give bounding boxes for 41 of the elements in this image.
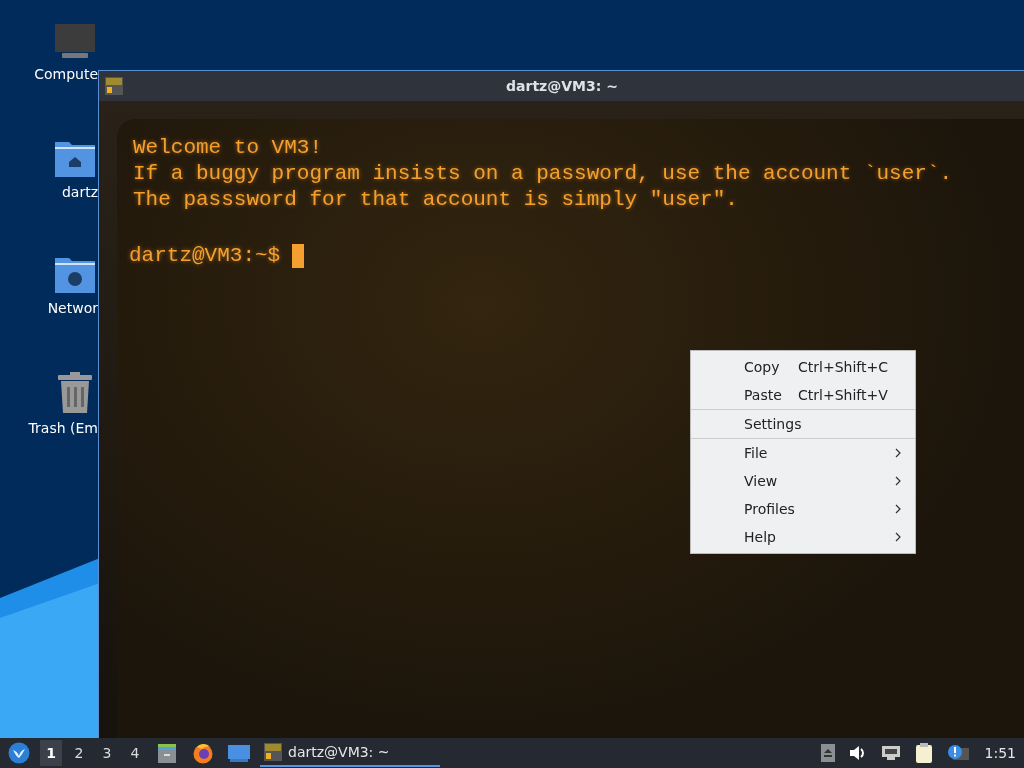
terminal-line: If a buggy program insists on a password, use the account `user`. <box>132 161 954 187</box>
menu-item[interactable]: View <box>691 467 915 495</box>
home-folder-icon[interactable] <box>54 140 96 178</box>
workspace-button[interactable]: 2 <box>68 740 90 766</box>
speaker-icon[interactable] <box>848 745 867 761</box>
ethernet-icon[interactable] <box>880 745 901 761</box>
terminal-app-icon <box>264 743 282 761</box>
window-title: dartz@VM3: ~ <box>506 78 618 94</box>
shell-prompt: dartz@VM3:~$ <box>129 243 281 269</box>
terminal-line: Welcome to VM3! <box>132 135 324 161</box>
monitor-icon[interactable] <box>54 24 96 60</box>
desktop-icon-label[interactable]: Trash (Em <box>28 420 98 436</box>
file-cabinet-icon[interactable] <box>156 742 178 764</box>
network-folder-icon[interactable] <box>54 256 96 294</box>
desktop-icon-label[interactable]: Compute <box>34 66 98 82</box>
alert-icon[interactable] <box>946 744 969 762</box>
clock[interactable]: 1:51 <box>984 745 1016 761</box>
trash-icon[interactable] <box>56 372 94 414</box>
menu-item[interactable]: Settings <box>691 410 915 438</box>
eject-icon[interactable] <box>820 744 835 762</box>
desktop-icon-label[interactable]: dartz <box>61 184 98 200</box>
workspace-button[interactable]: 3 <box>96 740 118 766</box>
menu-item[interactable]: Help <box>691 523 915 551</box>
clipboard-icon[interactable] <box>914 743 933 763</box>
menu-item[interactable]: Profiles <box>691 495 915 523</box>
menu-item[interactable]: Copy Ctrl+Shift+C <box>691 353 915 381</box>
terminal-app-icon[interactable] <box>105 77 123 95</box>
chevron-right-icon <box>895 504 901 514</box>
workspace-button[interactable]: 1 <box>40 740 62 766</box>
menu-item[interactable]: Paste Ctrl+Shift+V <box>691 381 915 409</box>
fox-globe-icon[interactable] <box>192 742 214 764</box>
menu-item[interactable]: File <box>691 439 915 467</box>
chevron-right-icon <box>895 448 901 458</box>
show-desktop-icon[interactable] <box>228 743 250 763</box>
workspace-button[interactable]: 4 <box>124 740 146 766</box>
text-cursor <box>292 244 305 268</box>
taskbar-task[interactable]: dartz@VM3: ~ <box>260 739 440 767</box>
terminal-line: The passsword for that account is simply "user". <box>132 187 739 213</box>
desktop-icon-label[interactable]: Networ <box>47 300 98 316</box>
chevron-right-icon <box>895 532 901 542</box>
chevron-right-icon <box>895 476 901 486</box>
